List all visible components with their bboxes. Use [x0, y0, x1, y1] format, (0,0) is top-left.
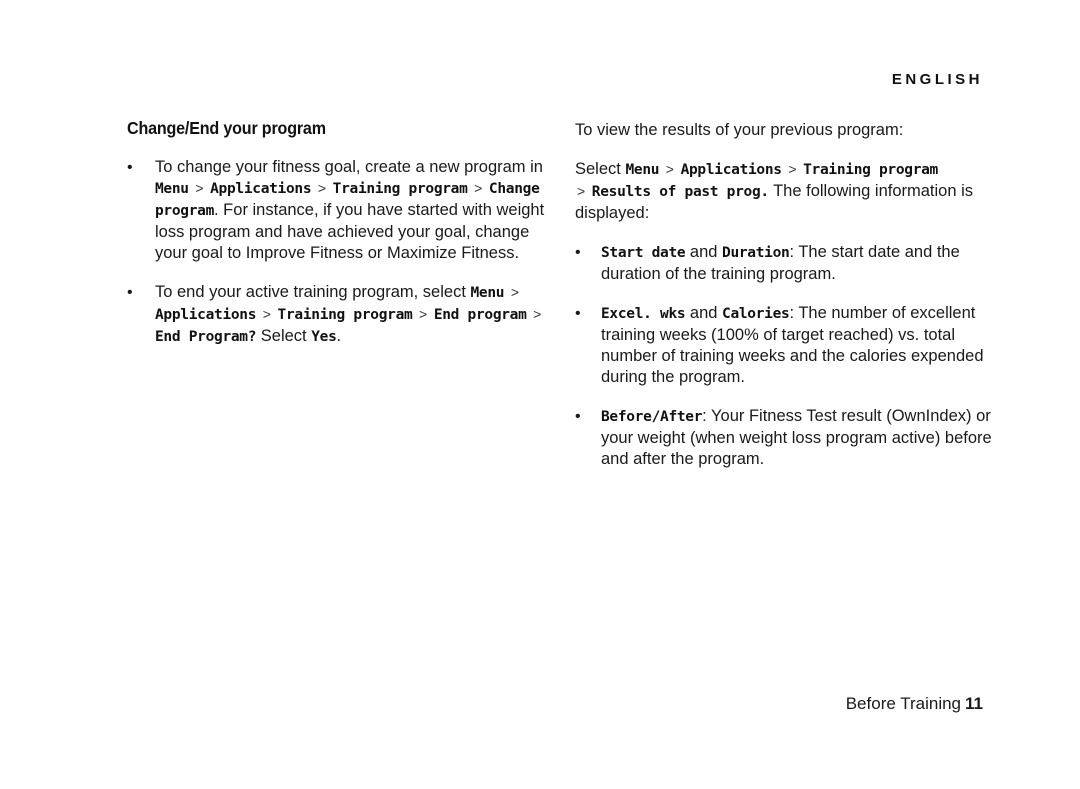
separator: >	[577, 183, 586, 199]
footer-section: Before Training	[845, 694, 962, 713]
text: Select	[575, 160, 626, 178]
separator: >	[317, 180, 327, 196]
menu-term: Applications	[155, 307, 257, 323]
separator: >	[510, 284, 520, 300]
results-list: Start date and Duration: The start date …	[575, 242, 995, 470]
separator: >	[474, 180, 483, 196]
menu-term: End Program?	[155, 329, 257, 345]
menu-term: Applications	[680, 162, 782, 178]
menu-term: Before/After	[601, 409, 703, 425]
separator: >	[533, 306, 542, 322]
menu-term: Start date	[601, 245, 686, 261]
list-item-end-program: To end your active training program, sel…	[127, 282, 547, 348]
list-item-before-after: Before/After: Your Fitness Test result (…	[575, 406, 995, 470]
intro-text: To view the results of your previous pro…	[575, 121, 904, 139]
menu-term: Menu	[470, 285, 505, 301]
text: To change your fitness goal, create a ne…	[155, 158, 543, 176]
text: and	[685, 243, 723, 261]
separator: >	[419, 306, 428, 322]
text: Select	[256, 327, 312, 345]
menu-term: Menu	[155, 181, 189, 197]
list-item-start-duration: Start date and Duration: The start date …	[575, 242, 995, 285]
change-end-list: To change your fitness goal, create a ne…	[127, 157, 547, 348]
page-footer: Before Training 11	[846, 694, 983, 714]
menu-term: Results of past prog.	[591, 184, 769, 200]
right-column: To view the results of your previous pro…	[575, 120, 995, 488]
separator: >	[195, 180, 204, 196]
menu-term: Calories	[722, 306, 790, 322]
separator: >	[788, 161, 797, 177]
page-number: 11	[965, 694, 983, 713]
menu-term: Yes	[311, 329, 337, 345]
section-heading: Change/End your program	[127, 118, 326, 138]
language-label: ENGLISH	[891, 71, 983, 88]
text: To end your active training program, sel…	[155, 283, 471, 301]
separator: >	[665, 161, 674, 177]
menu-term: Training program	[803, 162, 938, 178]
menu-term: Training program	[277, 307, 413, 323]
text: . For instance, if you have started with…	[155, 201, 545, 262]
text: .	[336, 327, 342, 345]
menu-term: Menu	[625, 162, 660, 178]
menu-term: Excel. wks	[601, 306, 686, 322]
menu-term: Applications	[210, 181, 312, 197]
separator: >	[262, 306, 271, 322]
list-item-change-goal: To change your fitness goal, create a ne…	[127, 157, 547, 264]
left-column: Change/End your program To change your f…	[127, 118, 547, 366]
list-item-excel-calories: Excel. wks and Calories: The number of e…	[575, 303, 995, 388]
menu-term: Duration	[722, 245, 790, 261]
menu-term: Training program	[332, 181, 468, 197]
menu-term: End program	[433, 307, 527, 323]
select-instructions: Select Menu > Applications > Training pr…	[575, 159, 995, 224]
text: and	[685, 304, 723, 322]
